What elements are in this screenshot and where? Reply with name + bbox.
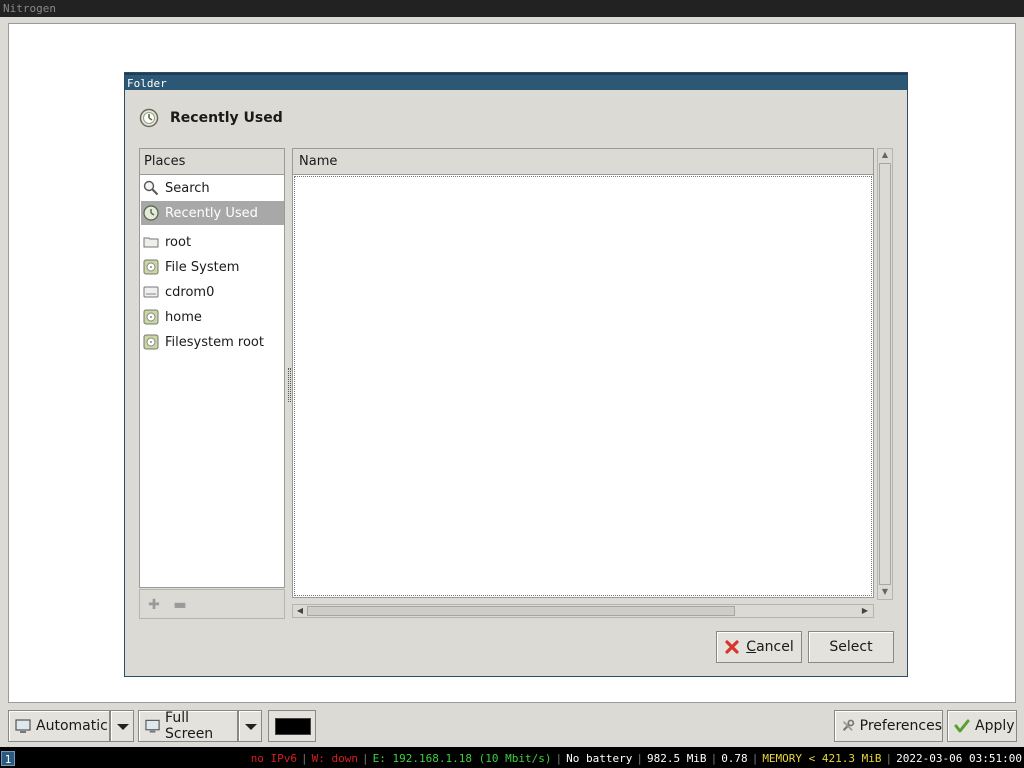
place-label: Recently Used — [165, 205, 258, 221]
place-label: Filesystem root — [165, 334, 264, 350]
recent-icon — [139, 108, 159, 128]
place-label: cdrom0 — [165, 284, 215, 300]
separator: | — [555, 752, 563, 765]
cancel-label: ancel — [756, 639, 794, 655]
separator: | — [751, 752, 759, 765]
add-bookmark-button[interactable]: ✚ — [146, 597, 162, 613]
place-home[interactable]: home — [141, 305, 284, 329]
pane-resize-handle[interactable] — [288, 368, 291, 402]
place-file-system[interactable]: File System — [141, 255, 284, 279]
disk-status: 982.5 MiB — [646, 752, 707, 765]
workspace-button[interactable]: 1 — [1, 751, 15, 766]
separator: | — [301, 752, 308, 765]
name-column-header[interactable]: Name — [293, 149, 873, 175]
name-column-label: Name — [299, 154, 338, 169]
places-column-header[interactable]: Places — [140, 149, 284, 175]
location-title: Recently Used — [170, 110, 283, 126]
mode-label: Automatic — [36, 718, 108, 734]
wireless-status: W: down — [311, 752, 359, 765]
ethernet-status: E: 192.168.1.18 (10 Mbit/s) — [372, 752, 552, 765]
checkmark-icon — [954, 719, 970, 733]
background-color-button[interactable] — [268, 710, 316, 742]
preferences-label: Preferences — [859, 718, 942, 734]
file-list-area[interactable] — [294, 176, 872, 596]
window-title: Nitrogen — [3, 2, 56, 15]
folder-dialog: Folder Recently Used Places Search Recen… — [124, 72, 908, 677]
mode-dropdown[interactable]: Automatic — [8, 710, 110, 742]
place-label: root — [165, 234, 192, 250]
monitor-icon — [145, 719, 160, 733]
status-bar: 1 no IPv6 | W: down | E: 192.168.1.18 (10 Mb… — [0, 749, 1024, 768]
places-pane: Places Search Recently Used root File Sy… — [139, 148, 285, 588]
location-header: Recently Used — [139, 108, 283, 128]
scroll-right-icon[interactable]: ▶ — [859, 606, 871, 616]
place-recently-used[interactable]: Recently Used — [141, 201, 284, 225]
cdrom-icon — [143, 286, 159, 298]
fill-mode-label: Full Screen — [165, 710, 214, 742]
monitor-icon — [15, 719, 31, 733]
horizontal-scrollbar[interactable]: ◀ ▶ — [292, 604, 874, 618]
drive-icon — [143, 259, 159, 275]
scroll-left-icon[interactable]: ◀ — [294, 606, 306, 616]
mode-dropdown-arrow[interactable] — [110, 710, 134, 742]
place-search[interactable]: Search — [141, 176, 284, 200]
places-header-label: Places — [144, 154, 186, 169]
search-icon — [143, 180, 159, 196]
ipv6-status: no IPv6 — [250, 752, 298, 765]
separator: | — [885, 752, 893, 765]
select-label: Select — [829, 639, 873, 655]
datetime-status: 2022-03-06 03:51:00 — [896, 752, 1022, 765]
status-items: no IPv6 | W: down | E: 192.168.1.18 (10 Mbit… — [249, 749, 1024, 768]
drive-icon — [143, 334, 159, 350]
horizontal-scroll-thumb[interactable] — [307, 606, 735, 616]
place-filesystem-root[interactable]: Filesystem root — [141, 330, 284, 354]
cancel-button[interactable]: Cancel — [716, 631, 802, 663]
place-root[interactable]: root — [141, 230, 284, 254]
preferences-icon — [842, 719, 855, 732]
separator: | — [362, 752, 369, 765]
file-list: Name — [292, 148, 874, 598]
folder-icon — [143, 237, 159, 248]
place-label: File System — [165, 259, 240, 275]
separator: | — [710, 752, 718, 765]
separator: | — [636, 752, 643, 765]
apply-button[interactable]: Apply — [947, 710, 1017, 742]
fill-mode-dropdown-arrow[interactable] — [238, 710, 262, 742]
places-toolbar: ✚ ▬ — [139, 589, 285, 619]
remove-bookmark-button[interactable]: ▬ — [172, 597, 188, 613]
window-title-bar: Nitrogen — [0, 0, 1024, 17]
scroll-up-icon[interactable]: ▲ — [880, 150, 890, 160]
vertical-scroll-thumb[interactable] — [879, 163, 891, 585]
cancel-mnemonic: C — [746, 639, 757, 655]
scroll-down-icon[interactable]: ▼ — [880, 587, 890, 597]
color-swatch — [275, 718, 311, 735]
place-label: Search — [165, 180, 210, 196]
load-status: 0.78 — [721, 752, 748, 765]
fill-mode-dropdown[interactable]: Full Screen — [138, 710, 238, 742]
cancel-icon — [725, 640, 739, 654]
dialog-title-bar: Folder — [125, 73, 907, 90]
preferences-button[interactable]: Preferences — [834, 710, 943, 742]
battery-status: No battery — [566, 752, 633, 765]
place-label: home — [165, 309, 202, 325]
vertical-scrollbar[interactable]: ▲ ▼ — [877, 148, 893, 600]
memory-status: MEMORY < 421.3 MiB — [762, 752, 882, 765]
select-button[interactable]: Select — [808, 631, 894, 663]
recent-icon — [143, 205, 159, 221]
apply-label: Apply — [975, 718, 1015, 734]
drive-icon — [143, 309, 159, 325]
dialog-title: Folder — [127, 77, 167, 90]
place-cdrom0[interactable]: cdrom0 — [141, 280, 284, 304]
